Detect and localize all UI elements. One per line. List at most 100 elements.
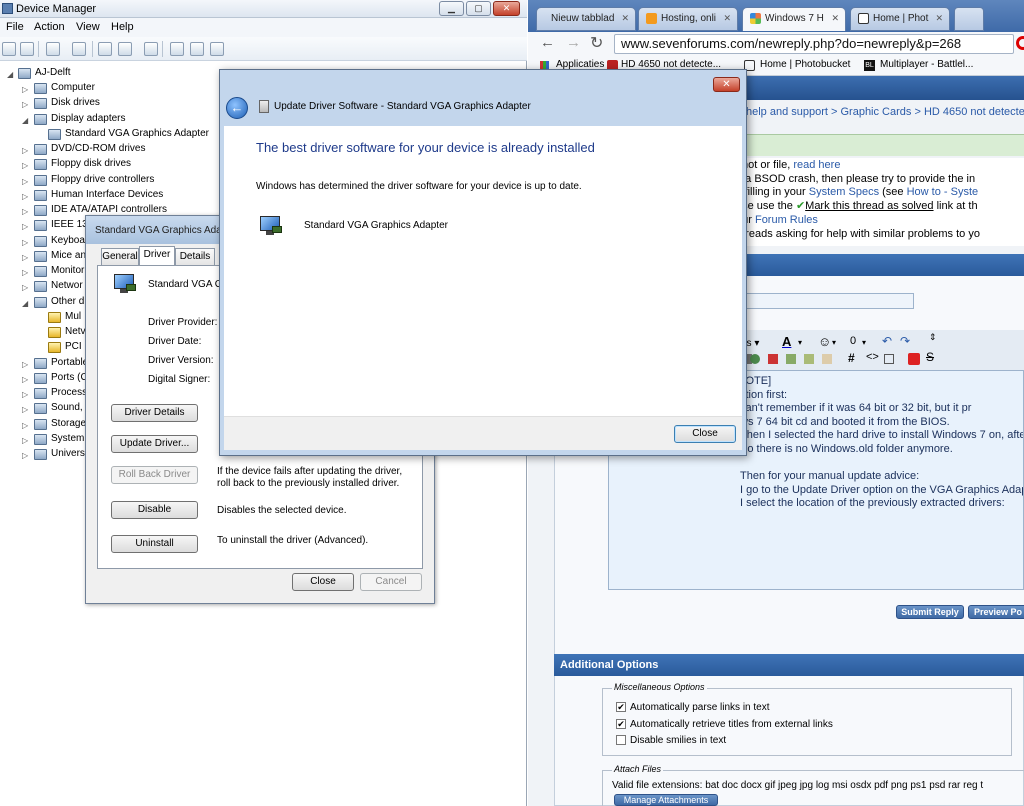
- expander-icon[interactable]: ▷: [22, 405, 28, 414]
- expander-icon[interactable]: ▷: [22, 421, 28, 430]
- uninstall-device-icon[interactable]: [190, 42, 204, 56]
- disable-button[interactable]: Disable: [111, 501, 198, 519]
- extension-icon[interactable]: [1016, 36, 1024, 50]
- resize-icon[interactable]: ⇕: [929, 332, 937, 343]
- expander-icon[interactable]: ▷: [22, 451, 28, 460]
- image-icon[interactable]: [786, 354, 796, 364]
- update-dialog-close-button[interactable]: Close: [674, 425, 736, 443]
- expander-icon[interactable]: ▷: [22, 146, 28, 155]
- properties-cancel-button[interactable]: Cancel: [360, 573, 422, 591]
- checkbox[interactable]: [616, 735, 626, 746]
- option-row[interactable]: ✔ Automatically parse links in text: [616, 702, 770, 713]
- minimize-button[interactable]: ▁: [439, 1, 464, 16]
- attach-icon[interactable]: 0: [850, 335, 856, 347]
- breadcrumb[interactable]: help and support > Graphic Cards > HD 46…: [746, 106, 1024, 118]
- read-here-link[interactable]: read here: [793, 159, 840, 171]
- photo-icon[interactable]: [804, 354, 814, 364]
- text-color-icon[interactable]: A: [782, 334, 791, 349]
- tab-close-icon[interactable]: ✕: [621, 13, 629, 24]
- checkbox[interactable]: ✔: [616, 702, 626, 713]
- tab-details[interactable]: Details: [175, 248, 215, 266]
- tab-photobucket[interactable]: Home | Phot ✕: [850, 7, 950, 31]
- roll-back-driver-button[interactable]: Roll Back Driver: [111, 466, 198, 484]
- close-button[interactable]: ✕: [493, 1, 520, 16]
- bookmark-photobucket[interactable]: Home | Photobucket: [760, 59, 850, 70]
- expander-icon[interactable]: ▷: [22, 436, 28, 445]
- back-arrow-icon[interactable]: ←: [226, 97, 248, 119]
- tab-windows7-help[interactable]: Windows 7 H ✕: [742, 7, 846, 31]
- driver-details-button[interactable]: Driver Details: [111, 404, 198, 422]
- expander-icon[interactable]: ▷: [22, 177, 28, 186]
- back-arrow-icon[interactable]: ←: [540, 34, 555, 51]
- bookmark-battlelog[interactable]: Multiplayer - Battlel...: [880, 59, 973, 70]
- expander-icon[interactable]: ▷: [22, 360, 28, 369]
- menu-file[interactable]: File: [6, 21, 24, 33]
- chevron-down-icon[interactable]: ▾: [832, 338, 836, 347]
- expander-icon[interactable]: ▷: [22, 238, 28, 247]
- update-driver-button[interactable]: Update Driver...: [111, 435, 198, 453]
- expander-icon[interactable]: ◢: [22, 116, 28, 125]
- update-driver-icon[interactable]: [170, 42, 184, 56]
- howto-link[interactable]: How to - Syste: [907, 186, 979, 198]
- uninstall-button[interactable]: Uninstall: [111, 535, 198, 553]
- chevron-down-icon[interactable]: ▾: [798, 338, 802, 347]
- expander-icon[interactable]: ▷: [22, 268, 28, 277]
- help-icon[interactable]: [98, 42, 112, 56]
- reload-icon[interactable]: ↻: [590, 33, 603, 53]
- tab-new-tab[interactable]: Nieuw tabblad ✕: [536, 7, 636, 31]
- undo-icon[interactable]: ↶: [882, 334, 892, 348]
- checkbox[interactable]: ✔: [616, 718, 626, 729]
- menu-help[interactable]: Help: [111, 21, 134, 33]
- expander-icon[interactable]: ▷: [22, 375, 28, 384]
- system-specs-link[interactable]: System Specs: [809, 186, 879, 198]
- expander-icon[interactable]: ▷: [22, 207, 28, 216]
- properties-close-button[interactable]: Close: [292, 573, 354, 591]
- tab-hosting[interactable]: Hosting, onli ✕: [638, 7, 738, 31]
- back-arrow-icon[interactable]: [2, 42, 16, 56]
- action-pane-icon[interactable]: [118, 42, 132, 56]
- disable-device-icon[interactable]: [210, 42, 224, 56]
- address-bar[interactable]: www.sevenforums.com/newreply.php?do=newr…: [614, 34, 1014, 54]
- new-tab-button[interactable]: [954, 7, 984, 31]
- forward-arrow-icon[interactable]: [20, 42, 34, 56]
- redo-icon[interactable]: ↷: [900, 334, 910, 348]
- menu-action[interactable]: Action: [34, 21, 65, 33]
- youtube-icon[interactable]: [908, 353, 920, 365]
- option-row[interactable]: Disable smilies in text: [616, 735, 726, 746]
- expander-icon[interactable]: ◢: [22, 299, 28, 308]
- collapse-icon[interactable]: ◢: [7, 70, 13, 79]
- expander-icon[interactable]: ▷: [22, 100, 28, 109]
- mark-solved-link[interactable]: Mark this thread as solved: [805, 200, 933, 212]
- forum-rules-link[interactable]: Forum Rules: [755, 214, 818, 226]
- option-row[interactable]: ✔ Automatically retrieve titles from exte…: [616, 719, 833, 730]
- globe-icon[interactable]: [750, 354, 760, 364]
- show-hide-tree-icon[interactable]: [46, 42, 60, 56]
- strikethrough-icon[interactable]: S: [926, 350, 934, 364]
- tab-general[interactable]: General: [101, 248, 139, 266]
- expander-icon[interactable]: ▷: [22, 85, 28, 94]
- smiley-icon[interactable]: ☺: [818, 334, 831, 349]
- properties-icon[interactable]: [72, 42, 86, 56]
- chevron-down-icon[interactable]: ▾: [862, 338, 866, 347]
- title-input[interactable]: [736, 293, 914, 309]
- expander-icon[interactable]: ▷: [22, 390, 28, 399]
- html-icon[interactable]: [884, 354, 894, 364]
- tab-close-icon[interactable]: ✕: [723, 13, 731, 24]
- code-icon[interactable]: <>: [866, 351, 879, 363]
- menu-view[interactable]: View: [76, 21, 100, 33]
- expander-icon[interactable]: ▷: [22, 161, 28, 170]
- quote-icon[interactable]: [822, 354, 832, 364]
- tab-close-icon[interactable]: ✕: [935, 13, 943, 24]
- expander-icon[interactable]: ▷: [22, 222, 28, 231]
- preview-post-button[interactable]: Preview Po: [968, 605, 1024, 619]
- hash-icon[interactable]: #: [848, 351, 855, 365]
- unlink-icon[interactable]: [768, 354, 778, 364]
- forward-arrow-icon[interactable]: →: [566, 34, 581, 51]
- expander-icon[interactable]: ▷: [22, 253, 28, 262]
- maximize-button[interactable]: ▢: [466, 1, 491, 16]
- update-dialog-close-icon[interactable]: ✕: [713, 77, 740, 92]
- tab-driver[interactable]: Driver: [139, 246, 175, 266]
- submit-reply-button[interactable]: Submit Reply: [896, 605, 964, 619]
- expander-icon[interactable]: ▷: [22, 192, 28, 201]
- expander-icon[interactable]: ▷: [22, 283, 28, 292]
